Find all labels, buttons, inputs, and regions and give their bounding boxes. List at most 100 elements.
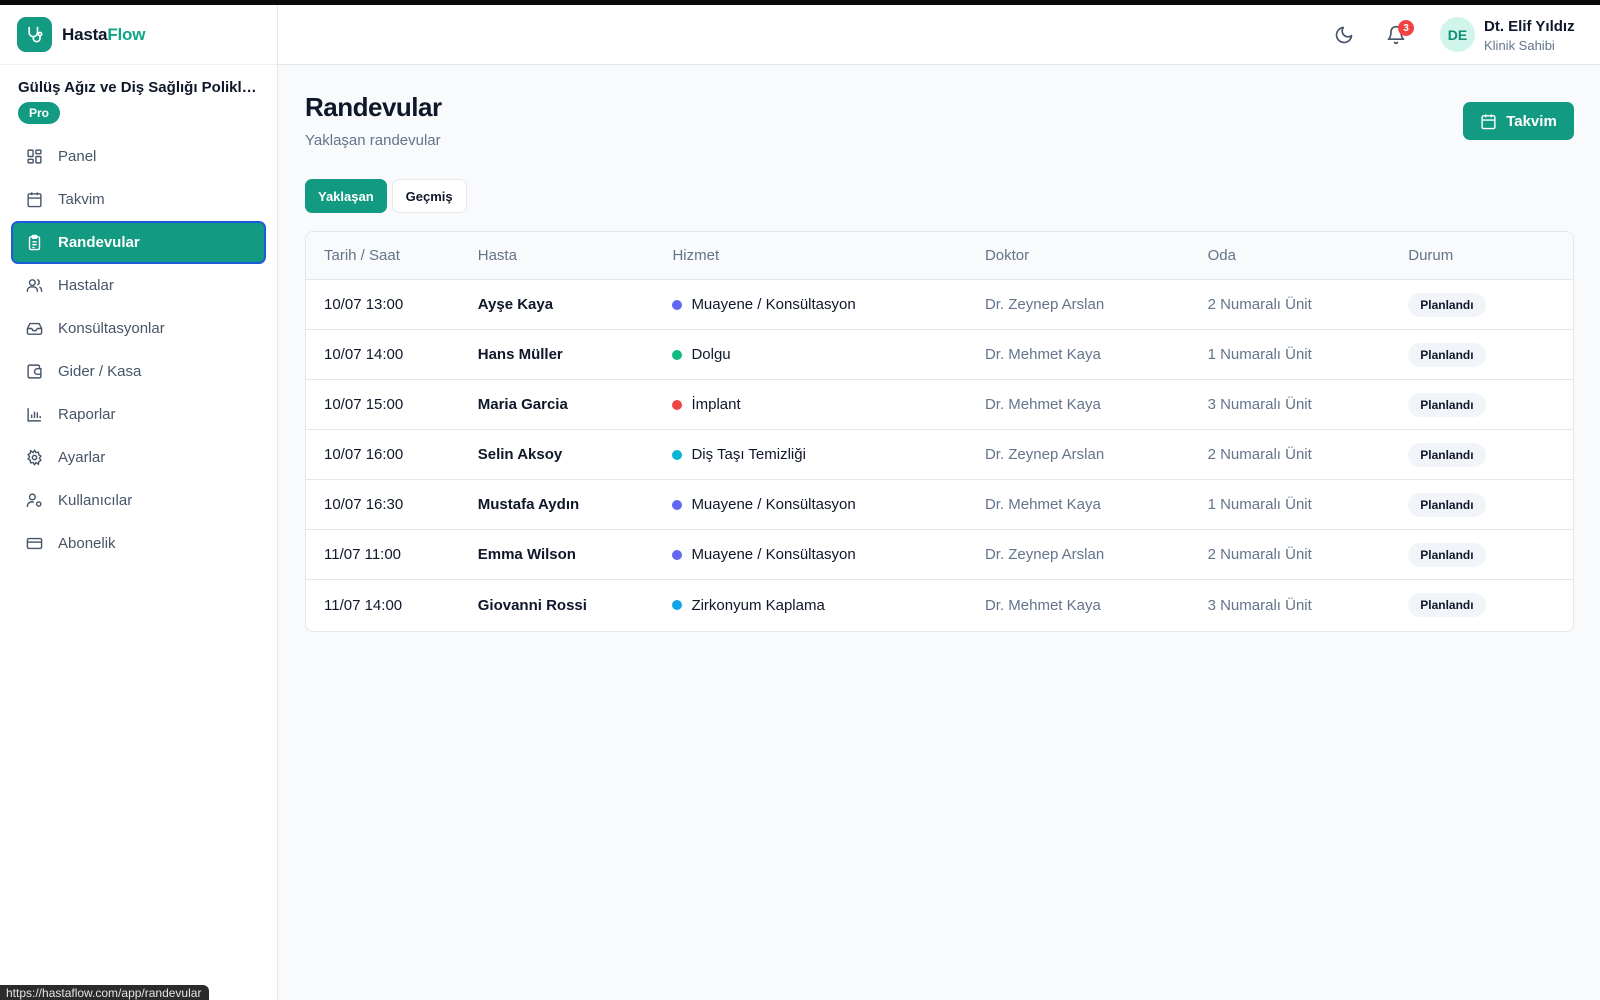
sidebar-item-panel[interactable]: Panel bbox=[11, 135, 266, 178]
user-gear-icon bbox=[25, 492, 43, 510]
plan-badge: Pro bbox=[18, 102, 61, 124]
users-icon bbox=[25, 277, 43, 295]
table-row[interactable]: 10/07 16:30 Mustafa Aydın Muayene / Kons… bbox=[306, 480, 1573, 530]
cell-doctor: Dr. Mehmet Kaya bbox=[984, 396, 1101, 413]
table-row[interactable]: 11/07 14:00 Giovanni Rossi Zirkonyum Kap… bbox=[306, 580, 1573, 630]
column-header-service[interactable]: Hizmet bbox=[672, 247, 985, 264]
cell-patient: Giovanni Rossi bbox=[477, 596, 587, 614]
cell-doctor: Dr. Mehmet Kaya bbox=[984, 496, 1101, 513]
table-row[interactable]: 10/07 14:00 Hans Müller Dolgu Dr. Mehmet… bbox=[306, 330, 1573, 380]
page-title: Randevular bbox=[305, 92, 442, 122]
sidebar-item-kullanicilar[interactable]: Kullanıcılar bbox=[11, 479, 266, 522]
cell-datetime: 10/07 15:00 bbox=[324, 396, 404, 413]
cell-status: Planlandı bbox=[1408, 342, 1573, 367]
cell-room: 2 Numaralı Ünit bbox=[1207, 446, 1312, 463]
calendar-button[interactable]: Takvim bbox=[1463, 102, 1574, 140]
sidebar-item-konsultasyonlar[interactable]: Konsültasyonlar bbox=[11, 307, 266, 350]
calendar-icon bbox=[25, 191, 43, 209]
grid-icon bbox=[25, 148, 43, 166]
sidebar-item-takvim[interactable]: Takvim bbox=[11, 178, 266, 221]
status-badge: Planlandı bbox=[1408, 342, 1486, 367]
stethoscope-icon bbox=[17, 17, 52, 52]
page-subtitle: Yaklaşan randevular bbox=[305, 132, 441, 149]
cell-patient: Mustafa Aydın bbox=[477, 496, 580, 513]
inbox-icon bbox=[25, 320, 43, 338]
cell-status: Planlandı bbox=[1408, 442, 1573, 467]
avatar[interactable]: DE bbox=[1440, 17, 1475, 52]
sidebar-nav: Panel Takvim Randevular Hastalar Konsült… bbox=[0, 135, 277, 565]
clinic-info: Gülüş Ağız ve Diş Sağlığı Polikli... Pro bbox=[0, 65, 277, 124]
status-badge: Planlandı bbox=[1408, 392, 1486, 417]
service-color-dot bbox=[672, 399, 683, 410]
sidebar-item-ayarlar[interactable]: Ayarlar bbox=[11, 436, 266, 479]
service-color-dot bbox=[672, 499, 683, 510]
cell-service: İmplant bbox=[672, 396, 985, 413]
service-label: Muayene / Konsültasyon bbox=[691, 546, 856, 563]
service-label: İmplant bbox=[691, 396, 741, 413]
service-label: Zirkonyum Kaplama bbox=[691, 596, 825, 614]
top-header: 3 DE Dt. Elif Yıldız Klinik Sahibi bbox=[278, 5, 1600, 65]
cell-datetime: 10/07 16:00 bbox=[324, 446, 404, 463]
cell-doctor: Dr. Mehmet Kaya bbox=[984, 596, 1101, 614]
cell-service: Muayene / Konsültasyon bbox=[672, 546, 985, 563]
appointments-table: Tarih / Saat Hasta Hizmet Doktor Oda Dur… bbox=[305, 231, 1574, 632]
cell-datetime: 10/07 13:00 bbox=[324, 296, 404, 313]
status-url-tooltip: https://hastaflow.com/app/randevular bbox=[0, 985, 210, 1000]
brand-name-part1: Hasta bbox=[62, 24, 108, 44]
status-badge: Planlandı bbox=[1408, 542, 1486, 567]
service-color-dot bbox=[672, 549, 683, 560]
column-header-status[interactable]: Durum bbox=[1408, 247, 1573, 264]
cell-doctor: Dr. Zeynep Arslan bbox=[984, 296, 1105, 313]
cell-datetime: 11/07 14:00 bbox=[324, 596, 403, 614]
service-label: Diş Taşı Temizliği bbox=[691, 446, 806, 463]
cell-room: 1 Numaralı Ünit bbox=[1207, 346, 1312, 363]
cell-status: Planlandı bbox=[1408, 392, 1573, 417]
table-row[interactable]: 10/07 16:00 Selin Aksoy Diş Taşı Temizli… bbox=[306, 430, 1573, 480]
sidebar-item-abonelik[interactable]: Abonelik bbox=[11, 522, 266, 565]
table-row[interactable]: 11/07 11:00 Emma Wilson Muayene / Konsül… bbox=[306, 530, 1573, 580]
status-badge: Planlandı bbox=[1408, 492, 1486, 517]
clipboard-icon bbox=[25, 234, 43, 252]
tab-upcoming[interactable]: Yaklaşan bbox=[305, 179, 387, 213]
gear-icon bbox=[25, 449, 43, 467]
sidebar-item-label: Raporlar bbox=[58, 406, 116, 423]
cell-doctor: Dr. Zeynep Arslan bbox=[984, 446, 1105, 463]
credit-card-icon bbox=[25, 535, 43, 553]
user-role: Klinik Sahibi bbox=[1484, 38, 1555, 53]
table-row[interactable]: 10/07 15:00 Maria Garcia İmplant Dr. Meh… bbox=[306, 380, 1573, 430]
cell-service: Dolgu bbox=[672, 346, 985, 363]
table-row[interactable]: 10/07 13:00 Ayşe Kaya Muayene / Konsülta… bbox=[306, 280, 1573, 330]
wallet-icon bbox=[25, 363, 43, 381]
cell-service: Diş Taşı Temizliği bbox=[672, 446, 985, 463]
sidebar-item-raporlar[interactable]: Raporlar bbox=[11, 393, 266, 436]
status-badge: Planlandı bbox=[1408, 292, 1486, 317]
tab-past[interactable]: Geçmiş bbox=[391, 179, 467, 213]
cell-status: Planlandı bbox=[1408, 542, 1573, 567]
sidebar-item-label: Panel bbox=[58, 148, 97, 165]
appointment-tabs: Yaklaşan Geçmiş bbox=[305, 179, 467, 213]
cell-patient: Maria Garcia bbox=[477, 396, 568, 413]
brand-name: HastaFlow bbox=[62, 25, 145, 45]
cell-room: 3 Numaralı Ünit bbox=[1207, 396, 1312, 413]
main-content: Randevular Yaklaşan randevular Takvim Ya… bbox=[278, 65, 1600, 1000]
moon-icon[interactable] bbox=[1332, 23, 1356, 47]
column-header-datetime[interactable]: Tarih / Saat bbox=[306, 247, 478, 264]
sidebar-item-label: Takvim bbox=[58, 191, 105, 208]
sidebar-item-label: Abonelik bbox=[58, 535, 116, 552]
cell-service: Muayene / Konsültasyon bbox=[672, 296, 985, 313]
cell-patient: Hans Müller bbox=[477, 346, 563, 363]
column-header-room[interactable]: Oda bbox=[1208, 247, 1409, 264]
status-badge: Planlandı bbox=[1408, 442, 1486, 467]
column-header-doctor[interactable]: Doktor bbox=[985, 247, 1208, 264]
brand[interactable]: HastaFlow bbox=[0, 5, 277, 65]
user-name[interactable]: Dt. Elif Yıldız bbox=[1484, 18, 1575, 35]
service-color-dot bbox=[672, 449, 683, 460]
sidebar-item-randevular[interactable]: Randevular bbox=[11, 221, 266, 264]
sidebar-item-label: Kullanıcılar bbox=[58, 492, 133, 509]
sidebar-item-label: Hastalar bbox=[58, 277, 114, 294]
sidebar-item-hastalar[interactable]: Hastalar bbox=[11, 264, 266, 307]
cell-service: Zirkonyum Kaplama bbox=[672, 597, 985, 614]
cell-datetime: 10/07 16:30 bbox=[324, 496, 404, 513]
sidebar-item-gider-kasa[interactable]: Gider / Kasa bbox=[11, 350, 266, 393]
column-header-patient[interactable]: Hasta bbox=[478, 247, 673, 264]
